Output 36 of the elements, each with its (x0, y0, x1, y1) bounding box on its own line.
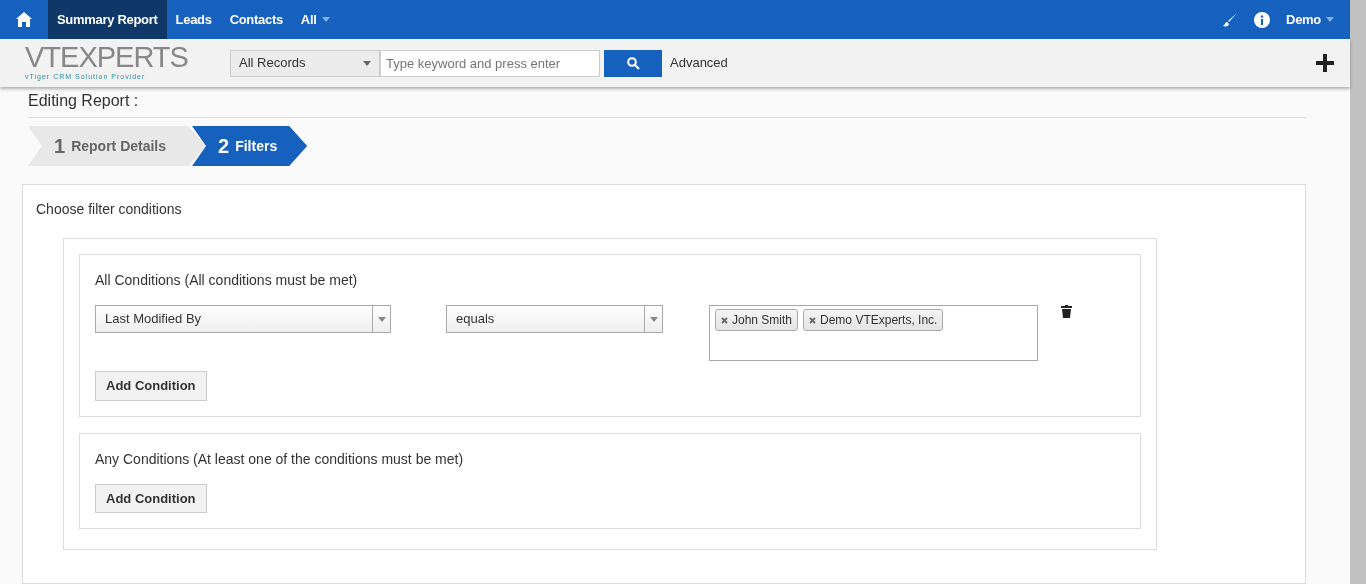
value-tag[interactable]: Demo VTExperts, Inc. (803, 309, 944, 331)
remove-icon[interactable] (721, 316, 728, 324)
wizard-step[interactable]: 2 Filters (192, 126, 308, 166)
search-button[interactable] (604, 49, 662, 77)
page-title: Editing Report : (28, 92, 139, 109)
value-field[interactable]: John Smith Demo VTExperts, Inc. (709, 305, 1038, 361)
user-menu[interactable]: Demo (1286, 0, 1334, 39)
group-note: (All conditions must be met) (184, 272, 358, 288)
operator-dropdown[interactable]: equals (446, 305, 663, 333)
caret-icon (377, 316, 386, 322)
add-icon[interactable] (1316, 54, 1334, 72)
search-icon (626, 56, 640, 70)
caret-icon (649, 316, 658, 322)
group-title: All Conditions (95, 272, 181, 288)
delete-icon[interactable] (1061, 305, 1072, 318)
group-note: (At least one of the conditions must be met) (193, 450, 464, 467)
nav-tab[interactable]: Leads (166, 0, 221, 39)
remove-icon[interactable] (809, 316, 817, 324)
scrollbar[interactable] (1350, 0, 1366, 584)
advanced-link[interactable]: Advanced (670, 53, 728, 73)
nav-tab[interactable]: Summary Report (48, 0, 167, 39)
add-condition-button[interactable]: Add Condition (95, 371, 207, 401)
nav-tab[interactable]: Contacts (220, 0, 292, 39)
value-tag[interactable]: John Smith (715, 309, 799, 331)
scope-dropdown[interactable]: All Records (230, 49, 380, 77)
add-condition-button[interactable]: Add Condition (95, 483, 207, 513)
caret-icon (363, 60, 371, 66)
brush-icon[interactable] (1222, 11, 1239, 28)
search-field[interactable]: Type keyword and press enter (380, 49, 600, 77)
caret-icon (1326, 17, 1334, 22)
section-heading: Choose filter conditions (36, 200, 183, 219)
field-dropdown[interactable]: Last Modified By (95, 305, 391, 333)
wizard-step[interactable]: 1 Report Details (28, 126, 207, 166)
group-title: Any Conditions (95, 450, 190, 467)
info-icon[interactable] (1254, 11, 1271, 28)
nav-tab[interactable]: All (291, 0, 339, 39)
